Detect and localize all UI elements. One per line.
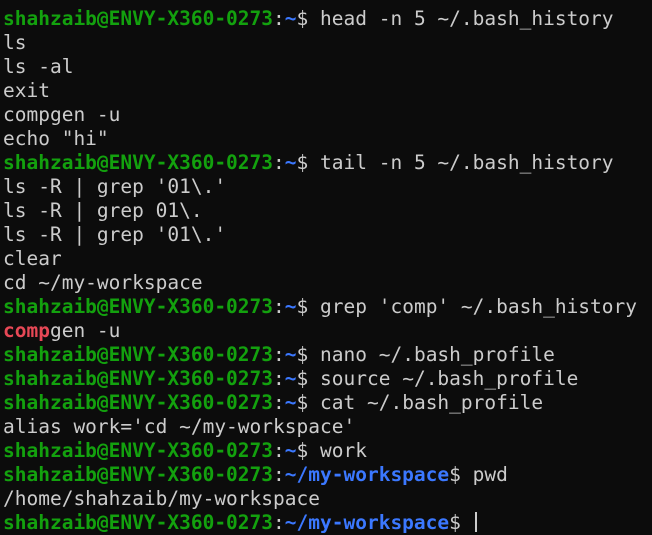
prompt-colon: : (273, 463, 285, 486)
prompt-dollar: $ (296, 295, 309, 318)
output-text: compgen -u (3, 103, 121, 126)
prompt-user-host: shahzaib@ENVY-X360-0273 (3, 391, 274, 414)
output-text: echo "hi" (3, 127, 109, 150)
prompt-colon: : (273, 7, 285, 30)
output-line: ls -R | grep '01\.' (3, 223, 652, 247)
prompt-line: shahzaib@ENVY-X360-0273:~$ source ~/.bas… (3, 367, 652, 391)
prompt-path: ~ (284, 439, 297, 462)
output-text: ls -R | grep '01\.' (3, 223, 227, 246)
prompt-dollar: $ (296, 343, 309, 366)
output-text: ls -R | grep '01\.' (3, 175, 227, 198)
prompt-user-host: shahzaib@ENVY-X360-0273 (3, 367, 274, 390)
prompt-path: ~ (284, 295, 297, 318)
output-text: ls -R | grep 01\. (3, 199, 203, 222)
prompt-colon: : (273, 151, 285, 174)
output-line: ls -R | grep '01\.' (3, 175, 652, 199)
prompt-user-host: shahzaib@ENVY-X360-0273 (3, 295, 274, 318)
output-line: cd ~/my-workspace (3, 271, 652, 295)
prompt-user-host: shahzaib@ENVY-X360-0273 (3, 463, 274, 486)
output-text: clear (3, 247, 62, 270)
prompt-dollar: $ (449, 511, 461, 534)
prompt-path: ~ (284, 367, 297, 390)
output-line: ls -R | grep 01\. (3, 199, 652, 223)
prompt-line: shahzaib@ENVY-X360-0273:~$ nano ~/.bash_… (3, 343, 652, 367)
prompt-colon: : (273, 511, 285, 534)
output-line: ls (3, 31, 652, 55)
prompt-colon: : (273, 367, 285, 390)
prompt-line: shahzaib@ENVY-X360-0273:~/my-workspace$ … (3, 463, 652, 487)
command-text: source ~/.bash_profile (320, 367, 579, 390)
prompt-line: shahzaib@ENVY-X360-0273:~$ grep 'comp' ~… (3, 295, 652, 319)
prompt-line: shahzaib@ENVY-X360-0273:~/my-workspace$ (3, 511, 652, 535)
prompt-dollar: $ (296, 367, 309, 390)
prompt-line: shahzaib@ENVY-X360-0273:~$ cat ~/.bash_p… (3, 391, 652, 415)
command-text: grep 'comp' ~/.bash_history (320, 295, 638, 318)
output-line: compgen -u (3, 103, 652, 127)
prompt-colon: : (273, 295, 285, 318)
prompt-user-host: shahzaib@ENVY-X360-0273 (3, 151, 274, 174)
prompt-colon: : (273, 439, 285, 462)
prompt-user-host: shahzaib@ENVY-X360-0273 (3, 7, 274, 30)
command-text: cat ~/.bash_profile (320, 391, 544, 414)
output-line: echo "hi" (3, 127, 652, 151)
prompt-path: ~/my-workspace (284, 511, 450, 534)
prompt-path: ~ (284, 151, 297, 174)
prompt-path: ~ (284, 7, 297, 30)
prompt-line: shahzaib@ENVY-X360-0273:~$ tail -n 5 ~/.… (3, 151, 652, 175)
output-text: alias work='cd ~/my-workspace' (3, 415, 356, 438)
grep-result-line: compgen -u (3, 319, 652, 343)
prompt-user-host: shahzaib@ENVY-X360-0273 (3, 343, 274, 366)
prompt-path: ~ (284, 391, 297, 414)
prompt-path: ~/my-workspace (284, 463, 450, 486)
terminal-output[interactable]: shahzaib@ENVY-X360-0273:~$ head -n 5 ~/.… (3, 7, 652, 535)
prompt-user-host: shahzaib@ENVY-X360-0273 (3, 439, 274, 462)
prompt-dollar: $ (296, 7, 309, 30)
command-text: work (320, 439, 367, 462)
command-text: head -n 5 ~/.bash_history (320, 7, 614, 30)
prompt-user-host: shahzaib@ENVY-X360-0273 (3, 511, 274, 534)
output-line: alias work='cd ~/my-workspace' (3, 415, 652, 439)
command-text: pwd (472, 463, 508, 486)
prompt-dollar: $ (296, 391, 309, 414)
output-line: /home/shahzaib/my-workspace (3, 487, 652, 511)
output-text: ls (3, 31, 27, 54)
prompt-dollar: $ (296, 439, 309, 462)
output-text: /home/shahzaib/my-workspace (3, 487, 320, 510)
output-text: ls -al (3, 55, 74, 78)
prompt-colon: : (273, 343, 285, 366)
output-text: exit (3, 79, 50, 102)
prompt-path: ~ (284, 343, 297, 366)
prompt-dollar: $ (449, 463, 461, 486)
text-cursor[interactable] (474, 512, 477, 532)
command-text: tail -n 5 ~/.bash_history (320, 151, 614, 174)
grep-match-highlight: comp (3, 319, 50, 342)
prompt-line: shahzaib@ENVY-X360-0273:~$ work (3, 439, 652, 463)
command-text: nano ~/.bash_profile (320, 343, 555, 366)
grep-match-rest: gen -u (49, 319, 121, 342)
output-text: cd ~/my-workspace (3, 271, 203, 294)
output-line: ls -al (3, 55, 652, 79)
prompt-colon: : (273, 391, 285, 414)
output-line: clear (3, 247, 652, 271)
output-line: exit (3, 79, 652, 103)
prompt-line: shahzaib@ENVY-X360-0273:~$ head -n 5 ~/.… (3, 7, 652, 31)
prompt-dollar: $ (296, 151, 309, 174)
